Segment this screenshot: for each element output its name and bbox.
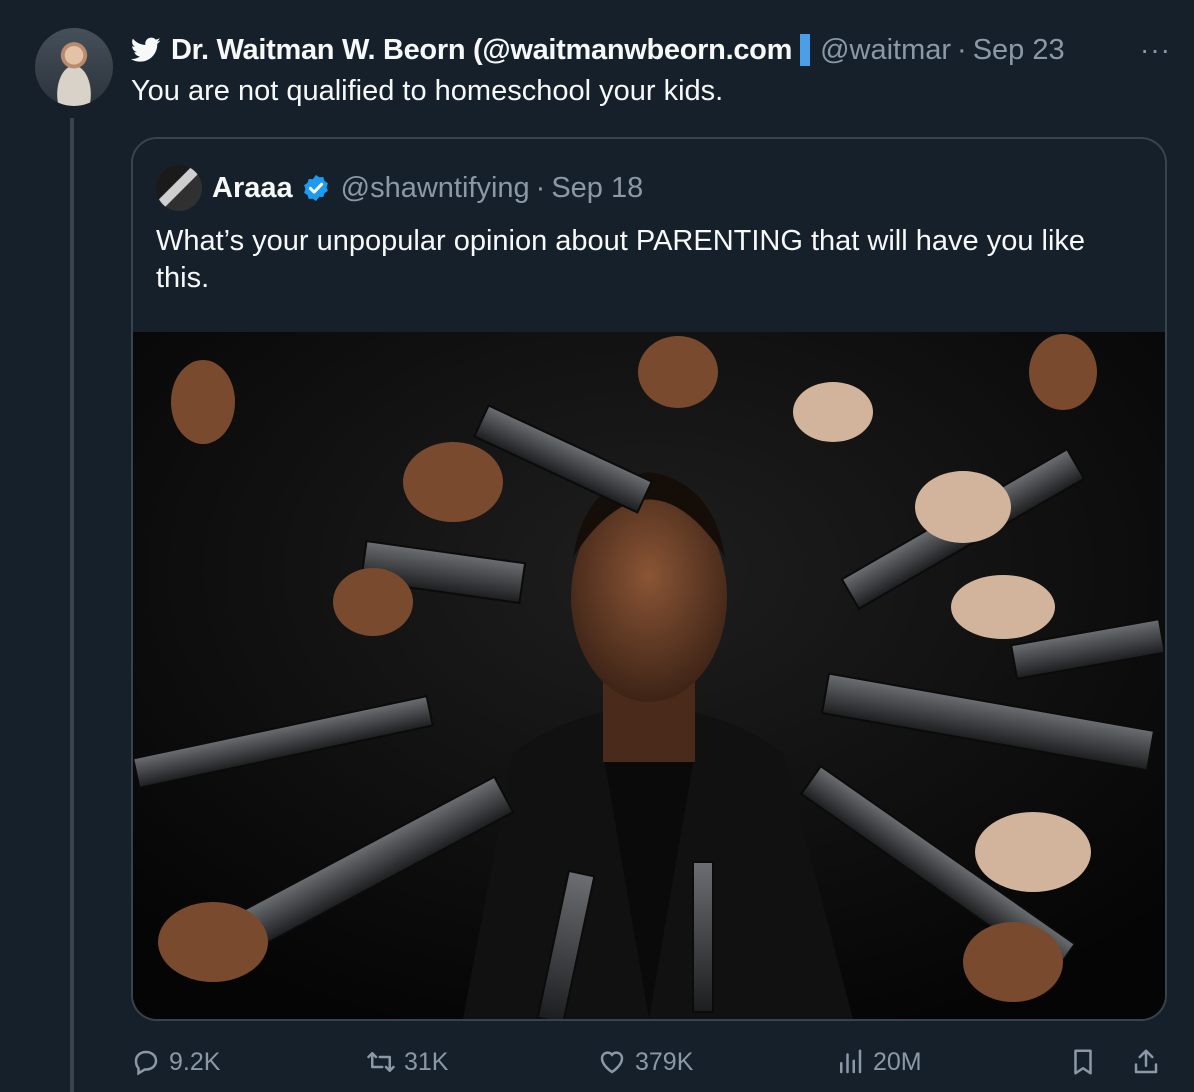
twitter-bird-icon (131, 37, 161, 62)
author-name[interactable]: Dr. Waitman W. Beorn (@waitmanwbeorn.com (171, 34, 792, 67)
quoted-tweet-header: Araaa @shawntifying · Sep 18 (212, 168, 643, 208)
tweet-text: You are not qualified to homeschool your… (131, 75, 724, 107)
retweet-count: 31K (404, 1047, 449, 1076)
quoted-separator-dot: · (535, 171, 546, 204)
bookmark-button[interactable] (1068, 1040, 1106, 1084)
quoted-author-name[interactable]: Araaa (212, 172, 293, 205)
tweet-actions: 9.2K 31K 379K 20M (131, 1040, 1171, 1084)
like-count: 379K (635, 1047, 694, 1076)
verified-badge-icon (303, 174, 328, 202)
like-button[interactable]: 379K (597, 1040, 693, 1084)
views-count: 20M (873, 1047, 922, 1076)
retweet-button[interactable]: 31K (366, 1040, 448, 1084)
tweet-date[interactable]: Sep 23 (973, 34, 1065, 67)
thread-line (70, 118, 74, 1092)
views-button[interactable]: 20M (835, 1040, 922, 1084)
quoted-author-handle[interactable]: @shawntifying (341, 172, 530, 205)
retweet-icon (367, 1052, 395, 1072)
quoted-tweet-date[interactable]: Sep 18 (551, 172, 643, 205)
quoted-tweet[interactable]: Araaa @shawntifying · Sep 18 What’s your… (131, 137, 1167, 1021)
quoted-author-avatar[interactable] (156, 165, 202, 211)
more-icon[interactable]: ··· (1140, 36, 1171, 64)
quoted-tweet-text: What’s your unpopular opinion about PARE… (156, 225, 1086, 294)
reply-icon (134, 1050, 158, 1076)
author-handle[interactable]: @waitmar (820, 34, 951, 67)
like-icon (600, 1051, 624, 1074)
name-flag-emoji (800, 34, 811, 66)
tweet-header: Dr. Waitman W. Beorn (@waitmanwbeorn.com… (131, 30, 1171, 70)
separator-dot: · (957, 33, 967, 66)
reply-count: 9.2K (169, 1047, 221, 1076)
author-avatar[interactable] (35, 28, 113, 106)
bookmark-icon (1074, 1049, 1092, 1075)
share-button[interactable] (1131, 1040, 1169, 1084)
photo-illustration (133, 332, 1165, 1019)
tweet-page: Dr. Waitman W. Beorn (@waitmanwbeorn.com… (0, 0, 1194, 1092)
share-icon (1134, 1049, 1158, 1074)
quoted-tweet-photo[interactable] (133, 332, 1165, 1019)
views-icon (840, 1049, 862, 1074)
reply-button[interactable]: 9.2K (131, 1040, 220, 1084)
